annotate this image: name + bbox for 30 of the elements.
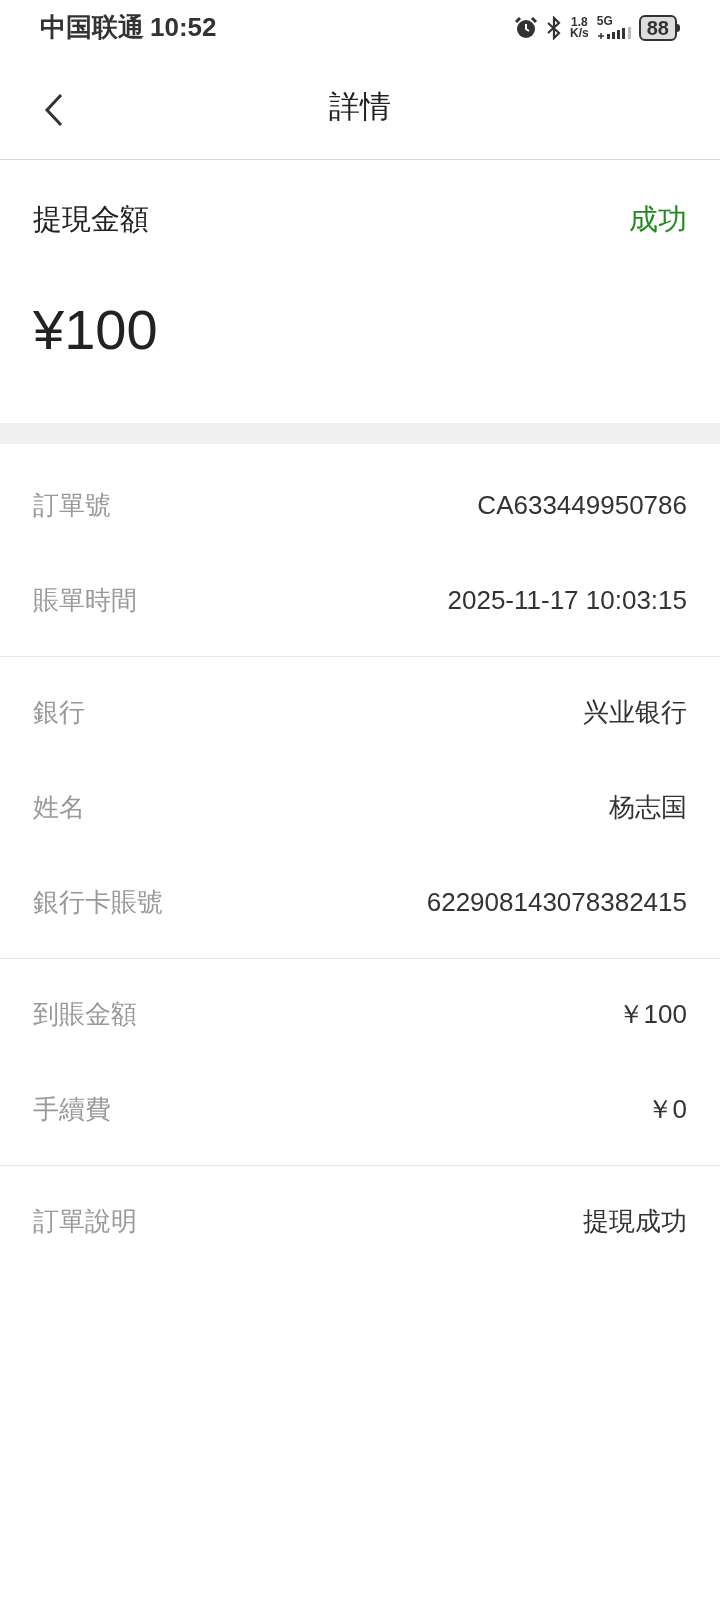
back-icon[interactable] — [44, 93, 64, 127]
field-value: 2025-11-17 10:03:15 — [447, 584, 687, 617]
field-label: 訂單號 — [33, 489, 111, 522]
field-label: 銀行卡賬號 — [33, 886, 163, 919]
network-type: 5G — [596, 16, 613, 27]
amount-label: 提現金額 — [33, 202, 149, 238]
field-value: 兴业银行 — [583, 696, 687, 729]
page-title: 詳情 — [329, 87, 391, 126]
signal-icon — [596, 27, 631, 39]
field-value: ￥100 — [617, 998, 687, 1031]
field-value: CA633449950786 — [477, 489, 687, 522]
field-label: 銀行 — [33, 696, 85, 729]
speed-value: 1.8 — [571, 16, 588, 28]
speed-unit: K/s — [570, 27, 589, 39]
field-label: 到賬金額 — [33, 998, 137, 1031]
field-value: 杨志国 — [609, 791, 687, 824]
status-text: 成功 — [629, 202, 687, 238]
carrier-name: 中国联通 — [40, 11, 144, 44]
field-label: 賬單時間 — [33, 584, 137, 617]
field-value: 提現成功 — [583, 1205, 687, 1238]
alarm-icon — [514, 15, 539, 40]
field-label: 手續費 — [33, 1093, 111, 1126]
field-label: 訂單說明 — [33, 1205, 137, 1238]
battery-level: 88 — [638, 14, 677, 41]
bluetooth-icon — [546, 15, 563, 40]
clock-time: 10:52 — [150, 11, 217, 44]
field-value: 622908143078382415 — [426, 886, 687, 919]
field-value: ￥0 — [646, 1093, 687, 1126]
field-label: 姓名 — [33, 791, 85, 824]
amount-value: ¥100 — [33, 298, 159, 362]
